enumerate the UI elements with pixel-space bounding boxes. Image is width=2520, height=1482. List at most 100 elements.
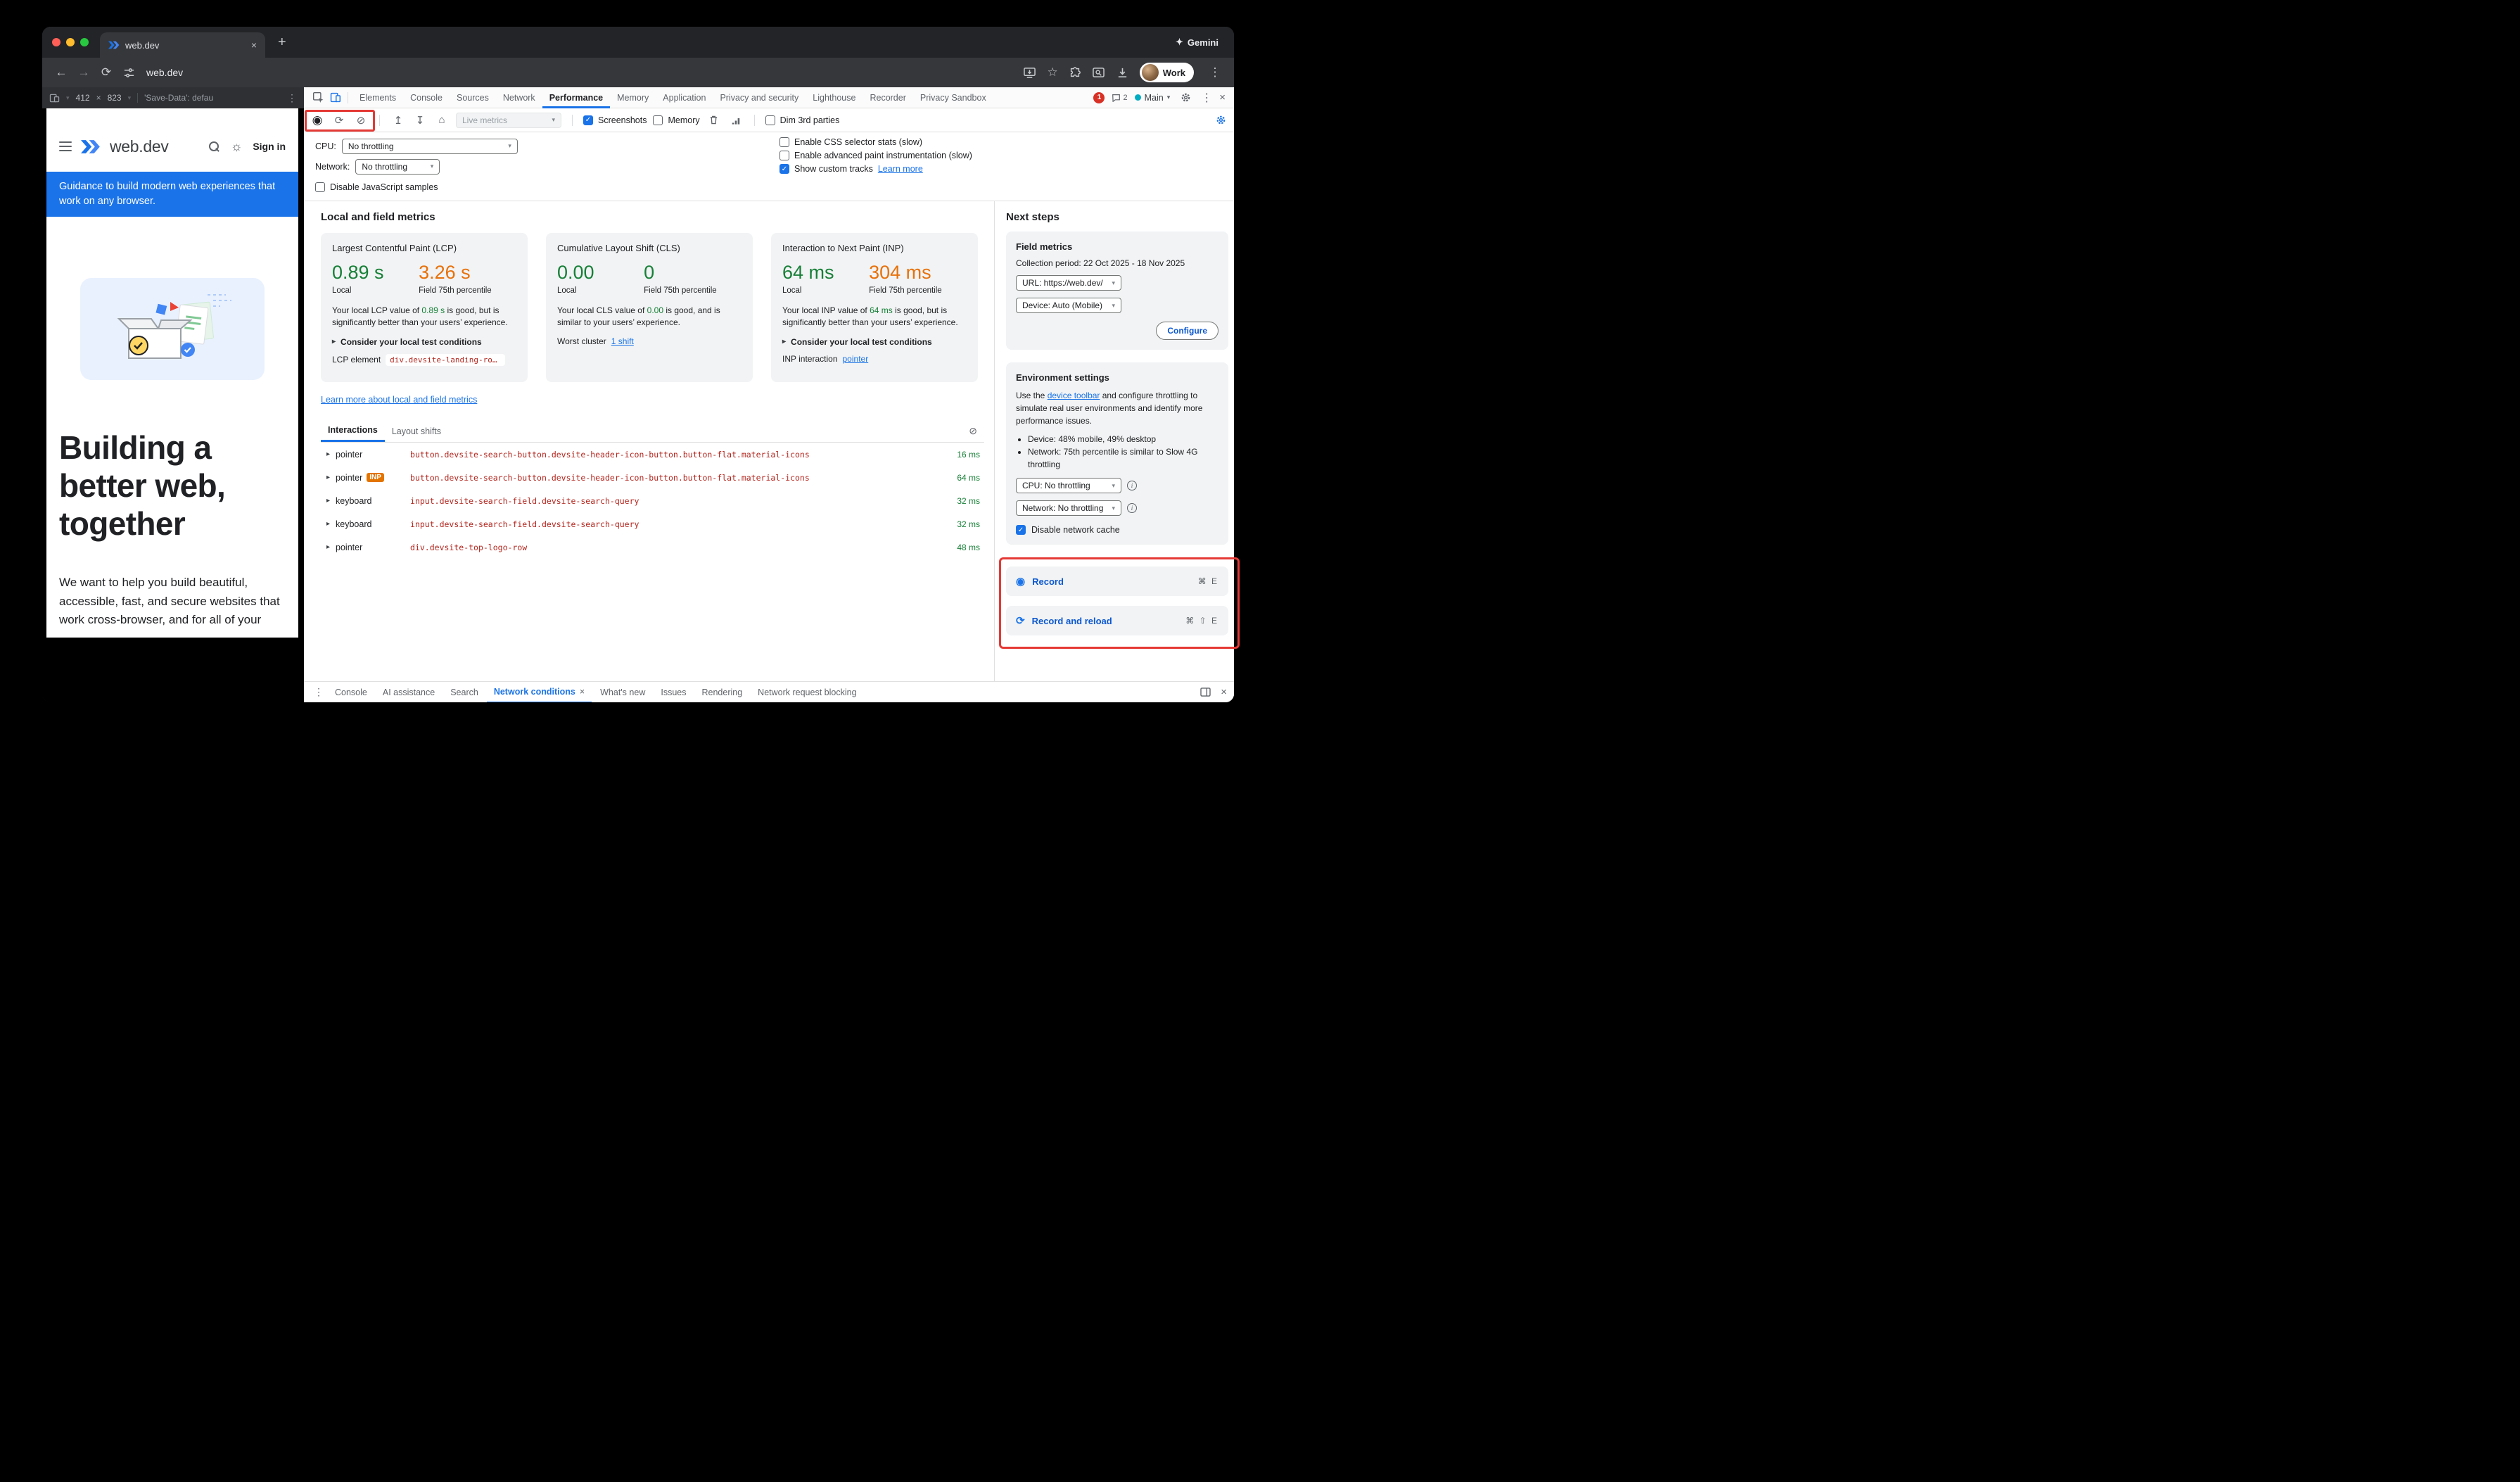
drawer-tab-network-conditions[interactable]: Network conditions × bbox=[487, 682, 592, 703]
css-selector-stats-checkbox[interactable]: Enable CSS selector stats (slow) bbox=[779, 137, 972, 147]
sign-in-button[interactable]: Sign in bbox=[253, 141, 286, 152]
reload-button[interactable]: ⟳ bbox=[96, 62, 117, 83]
devtools-close-icon[interactable]: × bbox=[1219, 91, 1226, 103]
back-button[interactable]: ← bbox=[51, 62, 72, 83]
record-button[interactable]: ◉ Record ⌘ E bbox=[1006, 566, 1228, 596]
viewport-width[interactable]: 412 bbox=[76, 93, 90, 103]
drawer-tab-ai-assistance[interactable]: AI assistance bbox=[376, 682, 442, 703]
learn-more-metrics-link[interactable]: Learn more about local and field metrics bbox=[321, 395, 477, 405]
network-throttling-select[interactable]: No throttling ▾ bbox=[355, 159, 440, 175]
row-expand-caret-icon[interactable]: ▸ bbox=[326, 474, 330, 481]
dim-3rd-parties-checkbox[interactable]: Dim 3rd parties bbox=[765, 115, 840, 125]
interaction-row[interactable]: ▸ keyboard input.devsite-search-field.de… bbox=[321, 512, 984, 536]
maximize-window-button[interactable] bbox=[80, 38, 89, 46]
search-icon[interactable] bbox=[208, 141, 220, 153]
field-device-select[interactable]: Device: Auto (Mobile) ▾ bbox=[1016, 298, 1121, 313]
devtools-tab-elements[interactable]: Elements bbox=[352, 87, 403, 108]
tab-close-icon[interactable]: × bbox=[251, 39, 257, 51]
site-info-icon[interactable] bbox=[118, 62, 139, 83]
clear-interactions-icon[interactable]: ⊘ bbox=[969, 425, 984, 437]
devtools-tab-lighthouse[interactable]: Lighthouse bbox=[806, 87, 863, 108]
close-window-button[interactable] bbox=[52, 38, 61, 46]
layout-shifts-tab[interactable]: Layout shifts bbox=[385, 422, 448, 441]
tab-search-icon[interactable] bbox=[1092, 67, 1105, 79]
configure-button[interactable]: Configure bbox=[1156, 322, 1218, 340]
hamburger-menu-icon[interactable] bbox=[59, 141, 72, 151]
drawer-tab-console[interactable]: Console bbox=[328, 682, 374, 703]
dock-side-icon[interactable] bbox=[1200, 688, 1211, 697]
browser-menu-icon[interactable]: ⋮ bbox=[1204, 62, 1226, 83]
custom-tracks-learn-more-link[interactable]: Learn more bbox=[878, 164, 923, 174]
viewport-height[interactable]: 823 bbox=[108, 93, 122, 103]
drawer-tab-rendering[interactable]: Rendering bbox=[694, 682, 749, 703]
new-tab-button[interactable]: + bbox=[274, 34, 291, 51]
devtools-tab-privacy-security[interactable]: Privacy and security bbox=[713, 87, 806, 108]
device-throttle-select[interactable]: 'Save-Data': defau bbox=[144, 93, 213, 103]
zoom-select-caret-icon[interactable]: ▾ bbox=[128, 94, 132, 102]
error-count-badge[interactable]: 1 bbox=[1093, 92, 1105, 103]
paint-instrumentation-checkbox[interactable]: Enable advanced paint instrumentation (s… bbox=[779, 151, 972, 160]
devtools-tab-network[interactable]: Network bbox=[496, 87, 542, 108]
cpu-info-icon[interactable]: i bbox=[1127, 481, 1137, 490]
site-brand[interactable]: web.dev bbox=[110, 137, 169, 156]
record-and-reload-button[interactable]: ⟳ Record and reload ⌘ ⇧ E bbox=[1006, 606, 1228, 635]
row-expand-caret-icon[interactable]: ▸ bbox=[326, 543, 330, 551]
device-preset-icon[interactable] bbox=[49, 94, 60, 103]
devtools-settings-gear-icon[interactable] bbox=[1177, 90, 1194, 106]
extensions-icon[interactable] bbox=[1069, 66, 1081, 79]
devtools-tab-application[interactable]: Application bbox=[656, 87, 713, 108]
lcp-test-conditions-disclosure[interactable]: ▸ Consider your local test conditions bbox=[332, 337, 516, 347]
drawer-close-icon[interactable]: × bbox=[1221, 686, 1227, 698]
env-cpu-select[interactable]: CPU: No throttling ▾ bbox=[1016, 478, 1121, 493]
network-info-icon[interactable]: i bbox=[1127, 503, 1137, 513]
device-preset-caret-icon[interactable]: ▾ bbox=[66, 94, 70, 102]
screenshots-checkbox[interactable]: ✓ Screenshots bbox=[583, 115, 647, 125]
bookmark-star-icon[interactable]: ☆ bbox=[1047, 65, 1057, 80]
drawer-tab-search[interactable]: Search bbox=[443, 682, 485, 703]
disable-network-cache-checkbox[interactable]: ✓ Disable network cache bbox=[1016, 525, 1218, 535]
interactions-tab[interactable]: Interactions bbox=[321, 420, 385, 442]
device-toolbar-toggle-icon[interactable] bbox=[326, 90, 343, 106]
interaction-row[interactable]: ▸ pointer INP button.devsite-search-butt… bbox=[321, 466, 984, 489]
devtools-tab-memory[interactable]: Memory bbox=[610, 87, 656, 108]
row-expand-caret-icon[interactable]: ▸ bbox=[326, 520, 330, 528]
issues-badge[interactable]: 2 bbox=[1112, 94, 1127, 102]
promo-banner[interactable]: Guidance to build modern web experiences… bbox=[46, 172, 298, 217]
interaction-row[interactable]: ▸ pointer button.devsite-search-button.d… bbox=[321, 443, 984, 466]
inspect-element-icon[interactable] bbox=[310, 90, 326, 106]
cpu-throttling-select[interactable]: No throttling ▾ bbox=[342, 139, 518, 154]
record-and-reload-icon[interactable]: ⟳ bbox=[331, 113, 347, 128]
profile-chip[interactable]: Work bbox=[1140, 63, 1194, 82]
cls-worst-cluster-link[interactable]: 1 shift bbox=[611, 336, 634, 346]
drawer-tab-whats-new[interactable]: What's new bbox=[593, 682, 652, 703]
drawer-tab-issues[interactable]: Issues bbox=[654, 682, 693, 703]
collect-garbage-icon[interactable] bbox=[706, 113, 722, 128]
capture-settings-gear-icon[interactable] bbox=[1213, 113, 1228, 128]
network-throttle-icon[interactable] bbox=[728, 113, 744, 128]
devtools-tab-recorder[interactable]: Recorder bbox=[863, 87, 912, 108]
devtools-tab-console[interactable]: Console bbox=[403, 87, 450, 108]
inp-test-conditions-disclosure[interactable]: ▸ Consider your local test conditions bbox=[782, 337, 967, 347]
browser-tab[interactable]: web.dev × bbox=[100, 32, 265, 58]
record-icon[interactable]: ◉ bbox=[310, 113, 325, 128]
interaction-row[interactable]: ▸ keyboard input.devsite-search-field.de… bbox=[321, 489, 984, 512]
env-network-select[interactable]: Network: No throttling ▾ bbox=[1016, 500, 1121, 516]
drawer-tab-network-request-blocking[interactable]: Network request blocking bbox=[751, 682, 863, 703]
install-icon[interactable] bbox=[1023, 67, 1036, 79]
devtools-tab-privacy-sandbox[interactable]: Privacy Sandbox bbox=[913, 87, 993, 108]
minimize-window-button[interactable] bbox=[66, 38, 75, 46]
disable-js-samples-checkbox[interactable]: Disable JavaScript samples bbox=[315, 182, 438, 192]
row-expand-caret-icon[interactable]: ▸ bbox=[326, 450, 330, 458]
row-expand-caret-icon[interactable]: ▸ bbox=[326, 497, 330, 505]
lcp-element-link[interactable]: div.devsite-landing-row-ite… bbox=[386, 354, 505, 366]
custom-tracks-checkbox[interactable]: ✓ Show custom tracks Learn more bbox=[779, 164, 972, 174]
devtools-tab-sources[interactable]: Sources bbox=[450, 87, 496, 108]
clear-icon[interactable]: ⊘ bbox=[353, 113, 369, 128]
field-url-select[interactable]: URL: https://web.dev/ ▾ bbox=[1016, 275, 1121, 291]
webdev-logo-icon[interactable] bbox=[81, 140, 101, 153]
devtools-tab-performance[interactable]: Performance bbox=[542, 87, 610, 108]
address-bar[interactable]: web.dev bbox=[146, 67, 183, 78]
devtools-menu-icon[interactable]: ⋮ bbox=[1201, 91, 1212, 105]
forward-button[interactable]: → bbox=[73, 62, 94, 83]
interaction-row[interactable]: ▸ pointer div.devsite-top-logo-row 48 ms bbox=[321, 536, 984, 559]
